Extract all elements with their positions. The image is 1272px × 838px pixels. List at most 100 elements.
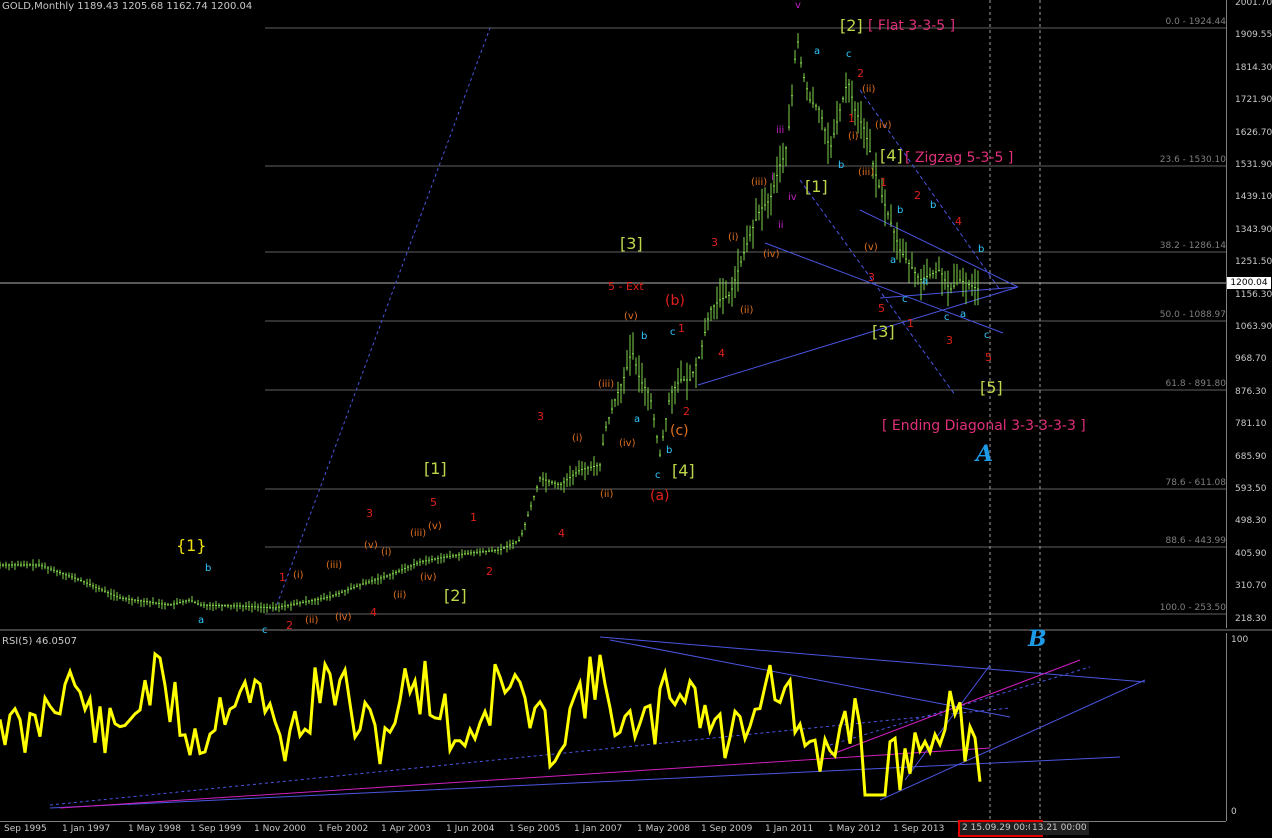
wave-label-small: (ii) [393,590,407,601]
price-axis-tick: 1343.90 [1235,224,1272,235]
annot-flat: [ Flat 3-3-5 ] [868,18,956,34]
price-axis-tick: 1251.50 [1235,257,1272,268]
wave-label-small: 2 [857,67,864,80]
rsi-title: RSI(5) 46.0507 [2,636,77,647]
time-axis-tick: 1 Jan 2011 [765,824,814,834]
time-axis-tick: 1 Sep 1999 [190,824,242,834]
wave-label-small: (iii) [751,177,768,188]
wave-label-small: (ii) [740,305,754,316]
wave-label-small: b [978,244,985,255]
rsi-trend-3 [49,756,1121,809]
time-axis-tick: 1 May 2012 [828,824,881,834]
price-axis-tick: 968.70 [1235,354,1267,365]
wave-label-small: 4 [370,606,377,619]
wave-label-small: c [655,470,661,481]
price-axis-tick: 1626.70 [1235,127,1272,138]
wave-label-curly-1: {1} [176,536,207,555]
chart-title: GOLD,Monthly 1189.43 1205.68 1162.74 120… [2,1,252,13]
time-axis-tick: 1 Sep 2005 [509,824,561,834]
price-axis-tick: 781.10 [1235,419,1267,430]
price-axis-tick: 405.90 [1235,548,1267,559]
trend-dotted-steep [274,27,491,611]
wave-label-small: i [771,172,774,183]
wave-label-small: 1 [279,571,286,584]
wave-label-3-low: [3] [872,322,895,341]
wave-label-small: b [897,205,904,216]
wave-label-small: 5 [878,302,885,315]
wave-label-small: (iv) [619,438,636,449]
fibo-label-886: 88.6 - 443.99 [1165,536,1227,546]
wave-label-4: [4] [672,461,695,480]
wave-label-small: c [262,625,268,636]
trend-diag-upper [859,209,1019,288]
wave-label-small: 5 [985,351,992,364]
wave-label-small: b [930,200,937,211]
wave-label-small: (iv) [875,120,892,131]
fibo-label-786: 78.6 - 611.08 [1165,478,1227,488]
wave-label-small: 1 [907,317,914,330]
rsi-trend-1 [599,636,1146,683]
wave-label-small: (i) [572,433,583,444]
time-axis-tick: 1 Jun 2004 [446,824,495,834]
rsi-axis-top: 100 [1231,635,1249,645]
wave-label-small: 3 [711,236,718,249]
fibo-label-236: 23.6 - 1530.10 [1159,155,1226,165]
fibo-label-382: 38.2 - 1286.14 [1159,241,1226,251]
fibo-label-100: 100.0 - 253.50 [1159,603,1226,613]
wave-label-small: 3 [537,410,544,423]
rsi-line [0,651,982,797]
wave-label-small: 2 [914,189,921,202]
time-axis-tick: 1 Nov 2000 [254,824,306,834]
wave-label-small: c [902,294,908,305]
wave-label-5-low: [5] [980,378,1003,397]
wave-label-small: (i) [381,547,392,558]
wave-label-small: iii [776,125,785,136]
wave-label-small: (iv) [335,612,352,623]
wave-label-small: c [944,312,950,323]
wave-label-small: 2 [683,405,690,418]
candle-series [0,33,979,614]
wave-label-small: 1 [880,176,887,189]
wave-label-small: (iii) [410,528,427,539]
wave-label-small: 4 [955,215,962,228]
price-axis-tick: 1531.90 [1235,160,1272,170]
wave-label-small: (i) [293,570,304,581]
wave-label-1: [1] [424,459,447,478]
price-axis-tick: 218.30 [1235,613,1267,624]
price-axis[interactable]: 2001.70 1909.55 1814.30 1721.90 1626.70 1531.… [1226,0,1272,628]
wave-label-2-top: [2] [840,16,863,35]
rsi-axis[interactable]: 100 0 [1226,633,1272,821]
wave-label-small: (ii) [305,615,319,626]
trend-upper-channel [764,242,1004,334]
crosshair-time-box-2: 13.21 00:00 [1030,822,1089,835]
wave-label-small: ii [778,220,784,231]
wave-label-small: b [666,445,673,456]
price-axis-tick: 498.30 [1235,516,1267,527]
wave-label-small: a [922,276,929,287]
annot-ending-diagonal: [ Ending Diagonal 3-3-3-3-3 ] [882,418,1086,434]
price-axis-tick: 310.70 [1235,581,1267,592]
wave-label-small: (iv) [763,249,780,260]
wave-label-small: 4 [558,527,565,540]
wave-b-big: B [1028,626,1047,652]
trend-lower-channel [697,286,1019,386]
fibo-label-0: 0.0 - 1924.44 [1165,17,1227,27]
wave-label-small: c [670,327,676,338]
price-axis-tick: 1909.55 [1235,30,1272,41]
wave-label-small: a [634,414,641,425]
wave-label-small: 3 [868,271,875,284]
price-axis-tick: 876.30 [1235,386,1267,397]
price-axis-tick: 1721.90 [1235,95,1272,106]
current-price-tag: 1200.04 [1227,277,1271,289]
annot-5-ext: 5 - Ext [608,280,644,293]
price-axis-tick: 1814.30 [1235,62,1272,73]
wave-label-small: (ii) [600,489,614,500]
wave-label-small: (v) [624,311,638,322]
time-axis-tick: 1 Sep 2013 [893,824,945,834]
wave-label-abc: (a) [650,488,670,504]
ohlc-values: 1189.43 1205.68 1162.74 1200.04 [77,1,253,12]
price-axis-tick: 1439.10 [1235,192,1272,203]
wave-label-small: b [838,160,845,171]
wave-label-small: (v) [364,540,378,551]
crosshair-time-2: 13.21 00:00 [1032,823,1087,833]
